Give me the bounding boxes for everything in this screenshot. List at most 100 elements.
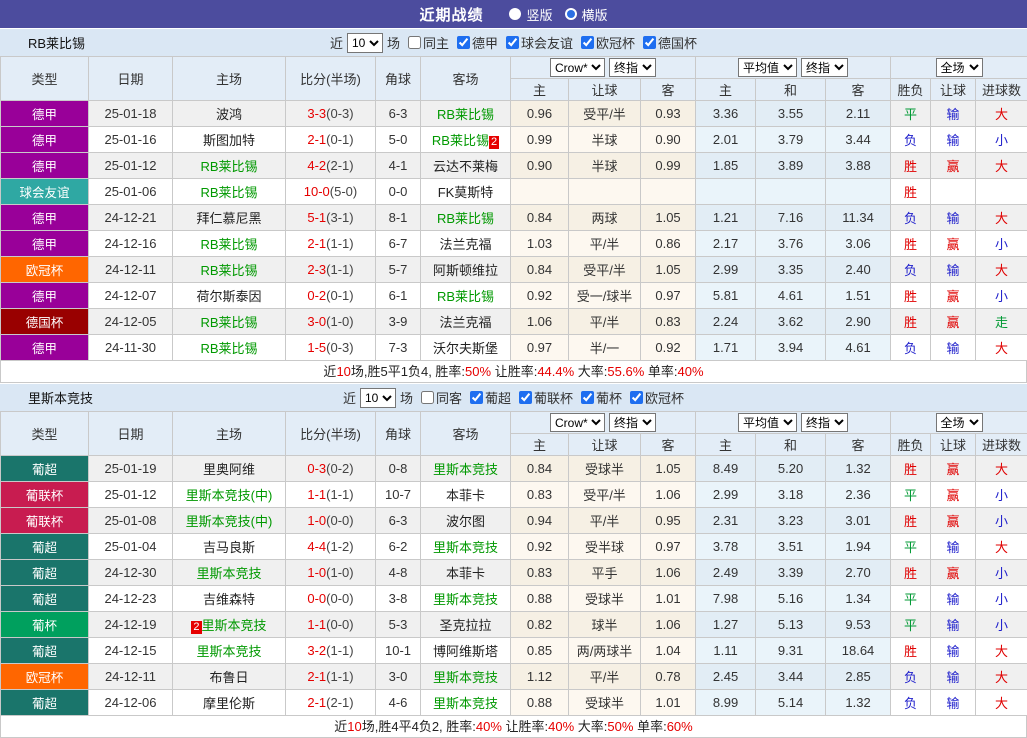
- avg-lose-odds: 1.32: [826, 456, 891, 482]
- league-filter-3-checkbox[interactable]: [630, 391, 643, 404]
- handicap-line: 受一/球半: [569, 283, 641, 309]
- result-text: 输: [947, 263, 960, 278]
- recent-count-select[interactable]: 10: [347, 33, 383, 53]
- layout-radio-horizontal[interactable]: 横版: [565, 5, 608, 24]
- home-team-cell: 里斯本竞技(中): [173, 508, 286, 534]
- result-text: 平: [904, 592, 917, 607]
- handicap-home-odds: 0.83: [511, 560, 569, 586]
- avg-win-odds: 8.49: [696, 456, 756, 482]
- away-team-cell: 法兰克福: [421, 231, 511, 257]
- avg-draw-odds: 5.16: [756, 586, 826, 612]
- league-filter-2-checkbox[interactable]: [581, 36, 594, 49]
- league-filter-0-checkbox[interactable]: [470, 391, 483, 404]
- fulltime-score: 3-0: [307, 314, 326, 329]
- team-name: RB莱比锡: [432, 133, 489, 148]
- radio-unchecked-icon[interactable]: [509, 8, 521, 20]
- final-odds-select2[interactable]: 终指: [801, 58, 848, 77]
- league-filter-0-checkbox[interactable]: [457, 36, 470, 49]
- result-text: 负: [904, 211, 917, 226]
- away-team-cell: 博阿维斯塔: [421, 638, 511, 664]
- league-badge: 欧冠杯: [1, 257, 89, 283]
- match-row: 欧冠杯24-12-11布鲁日2-1(1-1)3-0里斯本竞技1.12平/半0.7…: [1, 664, 1027, 690]
- handicap-result-cell: 输: [931, 664, 976, 690]
- summary-segment: 近: [323, 364, 336, 379]
- bookmaker-select[interactable]: Crow*: [550, 58, 605, 77]
- results-table-team1: 类型 日期 主场 比分(半场) 角球 客场 Crow*终指 平均值终指 全场 主…: [0, 56, 1027, 361]
- summary-line-team2: 近10场,胜4平4负2, 胜率:40% 让胜率:40% 大率:50% 单率:60…: [0, 716, 1027, 738]
- league-filter-2[interactable]: 葡杯: [577, 388, 622, 407]
- col-corner: 角球: [376, 57, 421, 101]
- radio-horizontal-label: 横版: [582, 5, 608, 24]
- league-filter-3[interactable]: 德国杯: [639, 33, 697, 52]
- handicap-home-odds: 0.84: [511, 205, 569, 231]
- results-table-team2: 类型 日期 主场 比分(半场) 角球 客场 Crow*终指 平均值终指 全场 主…: [0, 411, 1027, 716]
- final-odds-select2[interactable]: 终指: [801, 413, 848, 432]
- avg-win-odds: 2.31: [696, 508, 756, 534]
- fulltime-score: 10-0: [304, 184, 330, 199]
- team-name: RB莱比锡: [28, 33, 85, 52]
- avg-lose-odds: 1.32: [826, 690, 891, 716]
- league-filter-3[interactable]: 欧冠杯: [626, 388, 684, 407]
- handicap-away-odds: 0.93: [641, 101, 696, 127]
- corner-cell: 4-1: [376, 153, 421, 179]
- summary-segment: 大率:: [574, 364, 607, 379]
- away-team-cell: 里斯本竞技: [421, 456, 511, 482]
- home-team-cell: 里斯本竞技(中): [173, 482, 286, 508]
- avg-win-odds: 2.24: [696, 309, 756, 335]
- halftime-score: (0-0): [326, 513, 353, 528]
- away-team-cell: FK莫斯特: [421, 179, 511, 205]
- bookmaker-select[interactable]: Crow*: [550, 413, 605, 432]
- goals-result-cell: [976, 179, 1027, 205]
- result-text: 大: [995, 644, 1008, 659]
- league-filter-1-checkbox[interactable]: [519, 391, 532, 404]
- same-venue-filter[interactable]: 同主: [404, 33, 449, 52]
- league-filter-1[interactable]: 葡联杯: [515, 388, 573, 407]
- home-team-cell: RB莱比锡: [173, 179, 286, 205]
- league-filter-0[interactable]: 葡超: [466, 388, 511, 407]
- summary-segment: 44.4%: [537, 364, 574, 379]
- league-filter-0[interactable]: 德甲: [453, 33, 498, 52]
- average-select[interactable]: 平均值: [738, 413, 797, 432]
- handicap-line: 平手: [569, 560, 641, 586]
- league-filter-1[interactable]: 球会友谊: [502, 33, 573, 52]
- same-venue-filter-checkbox[interactable]: [408, 36, 421, 49]
- match-row: 葡超24-12-15里斯本竞技3-2(1-1)10-1博阿维斯塔0.85两/两球…: [1, 638, 1027, 664]
- fulltime-score: 1-0: [307, 565, 326, 580]
- league-filter-2[interactable]: 欧冠杯: [577, 33, 635, 52]
- league-filter-2-checkbox[interactable]: [581, 391, 594, 404]
- handicap-away-odds: 0.86: [641, 231, 696, 257]
- handicap-result-cell: 输: [931, 586, 976, 612]
- league-filter-0-label: 德甲: [472, 33, 498, 52]
- match-date: 25-01-06: [89, 179, 173, 205]
- handicap-line: 受平/半: [569, 257, 641, 283]
- layout-radio-vertical[interactable]: 竖版: [509, 5, 552, 24]
- league-filter-3-checkbox[interactable]: [643, 36, 656, 49]
- goals-result-cell: 大: [976, 664, 1027, 690]
- handicap-away-odds: 0.97: [641, 534, 696, 560]
- handicap-result-cell: 输: [931, 205, 976, 231]
- goals-result-cell: 大: [976, 335, 1027, 361]
- average-select[interactable]: 平均值: [738, 58, 797, 77]
- league-filter-1-checkbox[interactable]: [506, 36, 519, 49]
- same-venue-filter[interactable]: 同客: [417, 388, 462, 407]
- same-venue-filter-checkbox[interactable]: [421, 391, 434, 404]
- recent-count-select[interactable]: 10: [360, 388, 396, 408]
- result-text: 胜: [904, 185, 917, 200]
- goals-result-cell: 大: [976, 205, 1027, 231]
- final-odds-select[interactable]: 终指: [609, 58, 656, 77]
- match-row: 德甲24-12-16RB莱比锡2-1(1-1)6-7法兰克福1.03平/半0.8…: [1, 231, 1027, 257]
- result-text: 小: [995, 133, 1008, 148]
- team-name: 拜仁慕尼黑: [196, 211, 261, 226]
- league-badge: 德甲: [1, 335, 89, 361]
- near-label: 近: [330, 33, 343, 52]
- radio-checked-icon[interactable]: [565, 8, 577, 20]
- handicap-line: 平/半: [569, 309, 641, 335]
- scope-select[interactable]: 全场: [936, 413, 983, 432]
- scope-select[interactable]: 全场: [936, 58, 983, 77]
- final-odds-select[interactable]: 终指: [609, 413, 656, 432]
- handicap-home-odds: 0.83: [511, 482, 569, 508]
- radio-vertical-label: 竖版: [526, 5, 552, 24]
- away-team-cell: RB莱比锡: [421, 283, 511, 309]
- filters-bar: 近10场同客葡超葡联杯葡杯欧冠杯: [343, 388, 684, 408]
- league-badge: 葡超: [1, 586, 89, 612]
